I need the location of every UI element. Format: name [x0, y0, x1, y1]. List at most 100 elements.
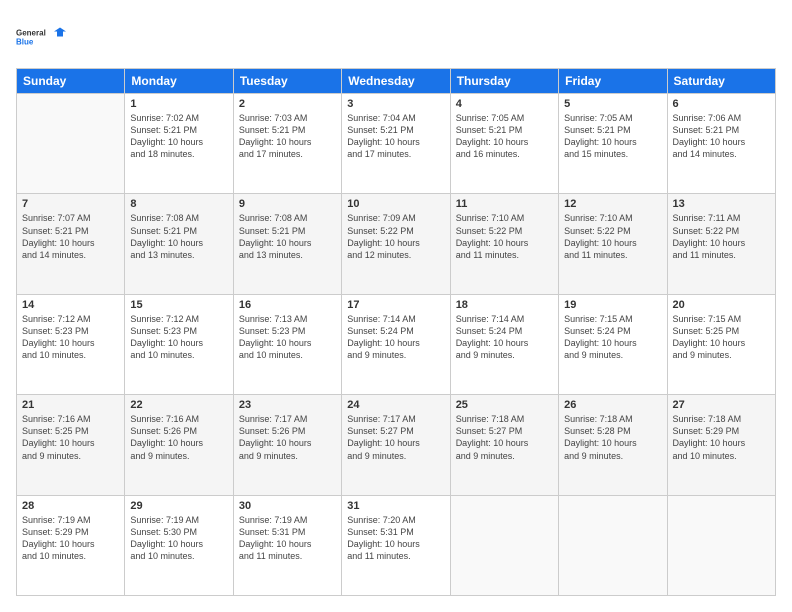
- day-info: Sunrise: 7:04 AM Sunset: 5:21 PM Dayligh…: [347, 112, 444, 161]
- calendar-cell: 24 Sunrise: 7:17 AM Sunset: 5:27 PM Dayli…: [342, 395, 450, 495]
- calendar-cell: 8Sunrise: 7:08 AM Sunset: 5:21 PM Daylig…: [125, 194, 233, 294]
- day-number: 4: [456, 98, 553, 110]
- calendar-cell: [559, 495, 667, 595]
- calendar-cell: 13 Sunrise: 7:11 AM Sunset: 5:22 PM Dayli…: [667, 194, 775, 294]
- day-number: 20: [673, 299, 770, 311]
- day-info: Sunrise: 7:19 AM Sunset: 5:29 PM Dayligh…: [22, 514, 119, 563]
- calendar-cell: 1Sunrise: 7:02 AM Sunset: 5:21 PM Daylig…: [125, 94, 233, 194]
- day-number: 7: [22, 198, 119, 210]
- day-number: 29: [130, 500, 227, 512]
- day-info: Sunrise: 7:20 AM Sunset: 5:31 PM Dayligh…: [347, 514, 444, 563]
- day-info: Sunrise: 7:12 AM Sunset: 5:23 PM Dayligh…: [130, 313, 227, 362]
- calendar-cell: 29 Sunrise: 7:19 AM Sunset: 5:30 PM Dayli…: [125, 495, 233, 595]
- day-number: 26: [564, 399, 661, 411]
- day-number: 18: [456, 299, 553, 311]
- day-info: Sunrise: 7:18 AM Sunset: 5:29 PM Dayligh…: [673, 413, 770, 462]
- calendar-cell: 19 Sunrise: 7:15 AM Sunset: 5:24 PM Dayli…: [559, 294, 667, 394]
- day-info: Sunrise: 7:15 AM Sunset: 5:24 PM Dayligh…: [564, 313, 661, 362]
- day-number: 3: [347, 98, 444, 110]
- day-info: Sunrise: 7:06 AM Sunset: 5:21 PM Dayligh…: [673, 112, 770, 161]
- calendar-cell: 11Sunrise: 7:10 AM Sunset: 5:22 PM Dayli…: [450, 194, 558, 294]
- day-number: 12: [564, 198, 661, 210]
- day-info: Sunrise: 7:14 AM Sunset: 5:24 PM Dayligh…: [347, 313, 444, 362]
- calendar-cell: 18 Sunrise: 7:14 AM Sunset: 5:24 PM Dayli…: [450, 294, 558, 394]
- day-info: Sunrise: 7:16 AM Sunset: 5:26 PM Dayligh…: [130, 413, 227, 462]
- day-info: Sunrise: 7:09 AM Sunset: 5:22 PM Dayligh…: [347, 212, 444, 261]
- logo: General Blue: [16, 16, 66, 58]
- logo-svg: General Blue: [16, 16, 66, 58]
- day-number: 24: [347, 399, 444, 411]
- day-info: Sunrise: 7:05 AM Sunset: 5:21 PM Dayligh…: [456, 112, 553, 161]
- header: General Blue: [16, 16, 776, 58]
- calendar-week-row: 21Sunrise: 7:16 AM Sunset: 5:25 PM Dayli…: [17, 395, 776, 495]
- day-number: 28: [22, 500, 119, 512]
- page: General Blue SundayMondayTuesdayWednesda…: [0, 0, 792, 612]
- day-info: Sunrise: 7:12 AM Sunset: 5:23 PM Dayligh…: [22, 313, 119, 362]
- day-info: Sunrise: 7:16 AM Sunset: 5:25 PM Dayligh…: [22, 413, 119, 462]
- day-number: 5: [564, 98, 661, 110]
- calendar-cell: 31 Sunrise: 7:20 AM Sunset: 5:31 PM Dayli…: [342, 495, 450, 595]
- calendar-cell: 2 Sunrise: 7:03 AM Sunset: 5:21 PM Daylig…: [233, 94, 341, 194]
- calendar-week-row: 14Sunrise: 7:12 AM Sunset: 5:23 PM Dayli…: [17, 294, 776, 394]
- day-info: Sunrise: 7:11 AM Sunset: 5:22 PM Dayligh…: [673, 212, 770, 261]
- weekday-header: Wednesday: [342, 69, 450, 94]
- calendar-cell: 10 Sunrise: 7:09 AM Sunset: 5:22 PM Dayli…: [342, 194, 450, 294]
- calendar-cell: 6Sunrise: 7:06 AM Sunset: 5:21 PM Daylig…: [667, 94, 775, 194]
- day-number: 13: [673, 198, 770, 210]
- calendar-cell: 27Sunrise: 7:18 AM Sunset: 5:29 PM Dayli…: [667, 395, 775, 495]
- day-info: Sunrise: 7:19 AM Sunset: 5:31 PM Dayligh…: [239, 514, 336, 563]
- calendar-week-row: 28 Sunrise: 7:19 AM Sunset: 5:29 PM Dayli…: [17, 495, 776, 595]
- day-number: 15: [130, 299, 227, 311]
- day-info: Sunrise: 7:07 AM Sunset: 5:21 PM Dayligh…: [22, 212, 119, 261]
- calendar-cell: 12Sunrise: 7:10 AM Sunset: 5:22 PM Dayli…: [559, 194, 667, 294]
- day-info: Sunrise: 7:03 AM Sunset: 5:21 PM Dayligh…: [239, 112, 336, 161]
- calendar-cell: 17 Sunrise: 7:14 AM Sunset: 5:24 PM Dayli…: [342, 294, 450, 394]
- calendar-cell: 4 Sunrise: 7:05 AM Sunset: 5:21 PM Daylig…: [450, 94, 558, 194]
- day-number: 16: [239, 299, 336, 311]
- weekday-header-row: SundayMondayTuesdayWednesdayThursdayFrid…: [17, 69, 776, 94]
- calendar-cell: 20 Sunrise: 7:15 AM Sunset: 5:25 PM Dayli…: [667, 294, 775, 394]
- day-number: 1: [130, 98, 227, 110]
- weekday-header: Friday: [559, 69, 667, 94]
- day-info: Sunrise: 7:19 AM Sunset: 5:30 PM Dayligh…: [130, 514, 227, 563]
- calendar-cell: 21Sunrise: 7:16 AM Sunset: 5:25 PM Dayli…: [17, 395, 125, 495]
- calendar-cell: 14Sunrise: 7:12 AM Sunset: 5:23 PM Dayli…: [17, 294, 125, 394]
- weekday-header: Tuesday: [233, 69, 341, 94]
- calendar-cell: 5 Sunrise: 7:05 AM Sunset: 5:21 PM Daylig…: [559, 94, 667, 194]
- calendar-cell: 9 Sunrise: 7:08 AM Sunset: 5:21 PM Daylig…: [233, 194, 341, 294]
- day-info: Sunrise: 7:15 AM Sunset: 5:25 PM Dayligh…: [673, 313, 770, 362]
- day-info: Sunrise: 7:14 AM Sunset: 5:24 PM Dayligh…: [456, 313, 553, 362]
- weekday-header: Monday: [125, 69, 233, 94]
- day-number: 17: [347, 299, 444, 311]
- calendar-cell: 25 Sunrise: 7:18 AM Sunset: 5:27 PM Dayli…: [450, 395, 558, 495]
- calendar-cell: [667, 495, 775, 595]
- day-number: 23: [239, 399, 336, 411]
- calendar-cell: 16Sunrise: 7:13 AM Sunset: 5:23 PM Dayli…: [233, 294, 341, 394]
- calendar-cell: [450, 495, 558, 595]
- day-number: 9: [239, 198, 336, 210]
- calendar-table: SundayMondayTuesdayWednesdayThursdayFrid…: [16, 68, 776, 596]
- day-info: Sunrise: 7:17 AM Sunset: 5:26 PM Dayligh…: [239, 413, 336, 462]
- day-info: Sunrise: 7:18 AM Sunset: 5:28 PM Dayligh…: [564, 413, 661, 462]
- calendar-cell: 28 Sunrise: 7:19 AM Sunset: 5:29 PM Dayli…: [17, 495, 125, 595]
- day-number: 2: [239, 98, 336, 110]
- day-number: 22: [130, 399, 227, 411]
- calendar-cell: 23 Sunrise: 7:17 AM Sunset: 5:26 PM Dayli…: [233, 395, 341, 495]
- day-number: 25: [456, 399, 553, 411]
- weekday-header: Thursday: [450, 69, 558, 94]
- weekday-header: Saturday: [667, 69, 775, 94]
- day-info: Sunrise: 7:18 AM Sunset: 5:27 PM Dayligh…: [456, 413, 553, 462]
- day-number: 30: [239, 500, 336, 512]
- weekday-header: Sunday: [17, 69, 125, 94]
- day-info: Sunrise: 7:05 AM Sunset: 5:21 PM Dayligh…: [564, 112, 661, 161]
- day-number: 31: [347, 500, 444, 512]
- calendar-week-row: 7 Sunrise: 7:07 AM Sunset: 5:21 PM Daylig…: [17, 194, 776, 294]
- calendar-cell: 22 Sunrise: 7:16 AM Sunset: 5:26 PM Dayli…: [125, 395, 233, 495]
- svg-text:General: General: [16, 29, 46, 38]
- day-info: Sunrise: 7:08 AM Sunset: 5:21 PM Dayligh…: [239, 212, 336, 261]
- day-info: Sunrise: 7:17 AM Sunset: 5:27 PM Dayligh…: [347, 413, 444, 462]
- calendar-cell: 26 Sunrise: 7:18 AM Sunset: 5:28 PM Dayli…: [559, 395, 667, 495]
- day-info: Sunrise: 7:10 AM Sunset: 5:22 PM Dayligh…: [456, 212, 553, 261]
- day-number: 19: [564, 299, 661, 311]
- day-number: 10: [347, 198, 444, 210]
